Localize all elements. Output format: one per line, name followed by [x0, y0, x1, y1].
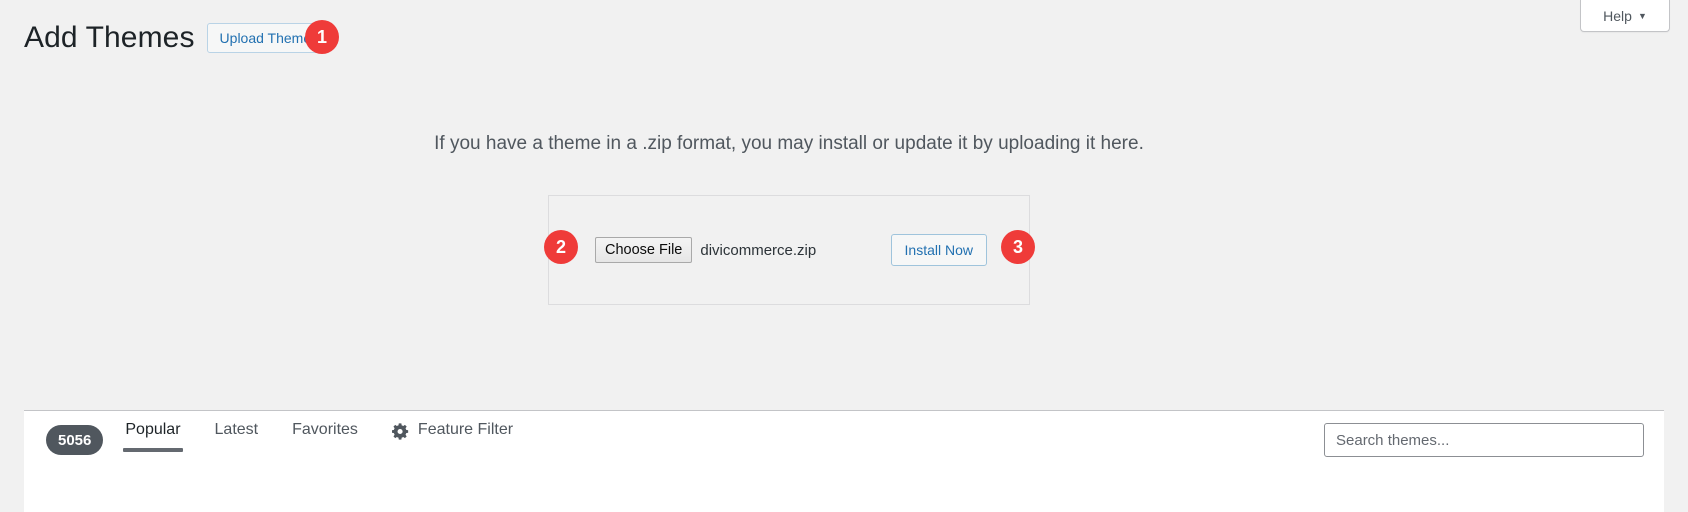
filter-link-favorites[interactable]: Favorites — [292, 422, 358, 458]
search-themes-input[interactable] — [1324, 423, 1644, 457]
page-title: Add Themes — [24, 21, 195, 54]
selected-file-name: divicommerce.zip — [700, 241, 817, 259]
step-badge-1: 1 — [305, 20, 339, 54]
upload-row: Choose File divicommerce.zip Install Now — [549, 234, 1029, 266]
feature-filter-button[interactable]: Feature Filter — [391, 421, 514, 459]
filter-link-popular[interactable]: Popular — [123, 422, 183, 458]
theme-count-badge: 5056 — [46, 425, 104, 455]
gear-icon — [391, 422, 409, 440]
install-now-button[interactable]: Install Now — [890, 234, 987, 266]
step-badge-3: 3 — [1001, 230, 1035, 264]
help-tab-label: Help — [1603, 7, 1632, 24]
feature-filter-label: Feature Filter — [417, 421, 514, 438]
page-header: Add Themes Upload Theme — [24, 20, 325, 56]
file-input-group[interactable]: Choose File divicommerce.zip — [595, 237, 816, 263]
choose-file-button[interactable]: Choose File — [595, 237, 693, 263]
theme-upload-box: Choose File divicommerce.zip Install Now — [548, 195, 1030, 305]
upload-instructions: If you have a theme in a .zip format, yo… — [434, 133, 1144, 154]
theme-filter-bar: 5056 Popular Latest Favorites Feature Fi… — [24, 410, 1664, 512]
filter-link-latest[interactable]: Latest — [215, 422, 259, 458]
help-tab[interactable]: Help ▼ — [1580, 0, 1670, 32]
step-badge-2: 2 — [544, 230, 578, 264]
filter-links: 5056 Popular Latest Favorites Feature Fi… — [24, 411, 513, 469]
search-wrap — [1324, 411, 1664, 457]
chevron-down-icon: ▼ — [1637, 11, 1647, 21]
